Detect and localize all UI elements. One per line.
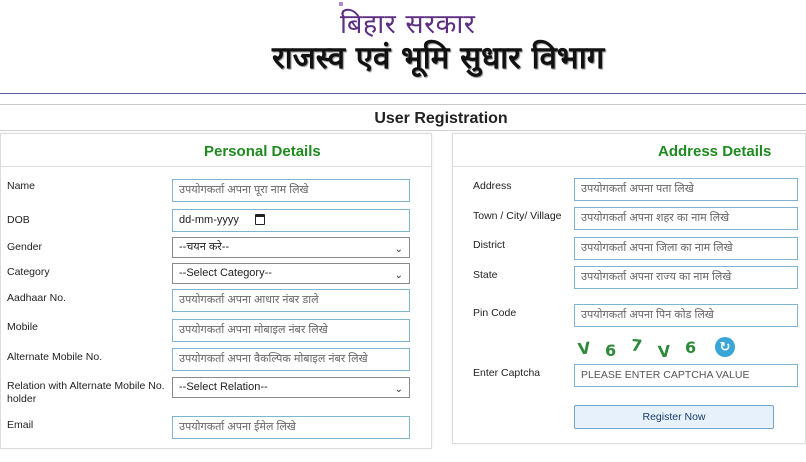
pincode-input[interactable]: उपयोगकर्ता अपना पिन कोड लिखे	[574, 304, 798, 327]
state-input[interactable]: उपयोगकर्ता अपना राज्य का नाम लिखे	[574, 266, 798, 289]
department-title: राजस्व एवं भूमि सुधार विभाग	[272, 40, 605, 76]
district-label: District	[473, 239, 506, 251]
gender-label: Gender	[7, 241, 43, 253]
address-input[interactable]: उपयोगकर्ता अपना पता लिखे	[574, 178, 798, 201]
mobile-input[interactable]: उपयोगकर्ता अपना मोबाइल नंबर लिखे	[172, 319, 410, 342]
calendar-icon[interactable]	[255, 214, 265, 225]
alt-mobile-placeholder: उपयोगकर्ता अपना वैकल्पिक मोबाइल नंबर लिख…	[179, 353, 368, 365]
captcha-char: 6	[605, 341, 617, 360]
gender-select[interactable]: --चयन करे-- ⌄	[172, 237, 410, 258]
captcha-char: V	[657, 341, 672, 362]
captcha-label: Enter Captcha	[473, 367, 541, 379]
captcha-char: 7	[630, 335, 644, 356]
alt-mobile-label: Alternate Mobile No.	[7, 351, 103, 363]
relation-selected: --Select Relation--	[179, 381, 268, 393]
chevron-down-icon: ⌄	[394, 384, 403, 395]
dob-input[interactable]: dd-mm-yyyy	[172, 209, 410, 232]
site-header: बिहार सरकार राजस्व एवं भूमि सुधार विभाग	[0, 0, 806, 92]
chevron-down-icon: ⌄	[394, 244, 403, 255]
aadhaar-placeholder: उपयोगकर्ता अपना आधार नंबर डाले	[179, 294, 319, 306]
register-now-button[interactable]: Register Now	[574, 405, 774, 429]
name-label: Name	[7, 180, 36, 192]
dob-placeholder: dd-mm-yyyy	[179, 214, 239, 226]
name-placeholder: उपयोगकर्ता अपना पूरा नाम लिखे	[179, 184, 309, 196]
captcha-input[interactable]: PLEASE ENTER CAPTCHA VALUE	[574, 364, 798, 387]
name-input[interactable]: उपयोगकर्ता अपना पूरा नाम लिखे	[172, 179, 410, 202]
relation-label: Relation with Alternate Mobile No. holde…	[7, 380, 165, 406]
dob-label: DOB	[7, 214, 30, 226]
mobile-label: Mobile	[7, 321, 38, 333]
town-input[interactable]: उपयोगकर्ता अपना शहर का नाम लिखे	[574, 207, 798, 230]
relation-label-line1: Relation with Alternate Mobile No.	[7, 380, 165, 392]
email-placeholder: उपयोगकर्ता अपना ईमेल लिखे	[179, 421, 296, 433]
category-select[interactable]: --Select Category-- ⌄	[172, 263, 410, 284]
relation-label-line2: holder	[7, 393, 37, 405]
town-label: Town / City/ Village	[473, 210, 562, 222]
address-details-header: Address Details	[453, 134, 805, 167]
chevron-down-icon: ⌄	[394, 270, 403, 281]
category-selected: --Select Category--	[179, 267, 272, 279]
title-divider	[0, 130, 806, 131]
relation-select[interactable]: --Select Relation-- ⌄	[172, 377, 410, 398]
header-divider-light	[0, 104, 806, 105]
aadhaar-input[interactable]: उपयोगकर्ता अपना आधार नंबर डाले	[172, 289, 410, 312]
captcha-char: 6	[685, 338, 697, 357]
captcha-placeholder: PLEASE ENTER CAPTCHA VALUE	[581, 369, 750, 381]
email-label: Email	[7, 419, 34, 431]
address-details-heading: Address Details	[658, 143, 772, 160]
aadhaar-label: Aadhaar No.	[7, 292, 66, 304]
captcha-char: V	[576, 338, 592, 359]
refresh-icon[interactable]: ↻	[715, 337, 735, 357]
personal-details-header: Personal Details	[1, 134, 431, 167]
state-label: State	[473, 269, 498, 281]
captcha-image: V 6 7 V 6 ↻	[576, 335, 738, 362]
alt-mobile-input[interactable]: उपयोगकर्ता अपना वैकल्पिक मोबाइल नंबर लिख…	[172, 348, 410, 371]
gender-selected: --चयन करे--	[179, 241, 230, 253]
pincode-label: Pin Code	[473, 307, 517, 319]
pincode-placeholder: उपयोगकर्ता अपना पिन कोड लिखे	[581, 309, 714, 321]
email-input[interactable]: उपयोगकर्ता अपना ईमेल लिखे	[172, 416, 410, 439]
page-title: User Registration	[374, 110, 508, 127]
district-placeholder: उपयोगकर्ता अपना जिला का नाम लिखे	[581, 242, 733, 254]
address-placeholder: उपयोगकर्ता अपना पता लिखे	[581, 183, 694, 195]
header-divider	[0, 93, 806, 94]
state-placeholder: उपयोगकर्ता अपना राज्य का नाम लिखे	[581, 271, 732, 283]
personal-details-heading: Personal Details	[204, 143, 321, 160]
category-label: Category	[7, 266, 50, 278]
town-placeholder: उपयोगकर्ता अपना शहर का नाम लिखे	[581, 212, 730, 224]
district-input[interactable]: उपयोगकर्ता अपना जिला का नाम लिखे	[574, 237, 798, 260]
mobile-placeholder: उपयोगकर्ता अपना मोबाइल नंबर लिखे	[179, 324, 328, 336]
address-label: Address	[473, 180, 512, 192]
